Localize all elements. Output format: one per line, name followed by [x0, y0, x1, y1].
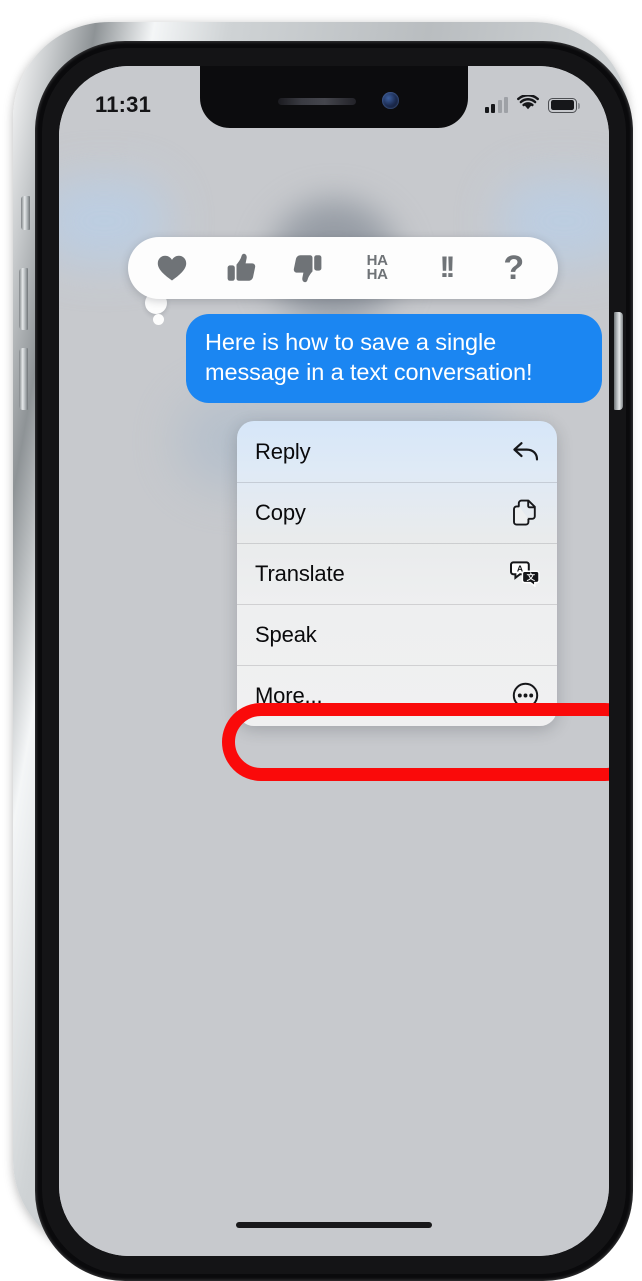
- battery-icon: [548, 97, 580, 113]
- context-menu-item-copy[interactable]: Copy: [237, 482, 557, 543]
- copy-documents-icon: [510, 498, 540, 528]
- heart-icon[interactable]: [146, 242, 198, 294]
- earpiece-speaker: [278, 98, 356, 105]
- volume-down-button[interactable]: [19, 348, 28, 410]
- mute-switch-button[interactable]: [21, 196, 30, 230]
- svg-text:文: 文: [527, 572, 536, 582]
- translate-bubbles-icon: A 文: [510, 559, 540, 589]
- status-bar-time: 11:31: [95, 92, 152, 117]
- haha-icon[interactable]: HA HA: [351, 242, 403, 294]
- front-camera-icon: [382, 92, 399, 109]
- phone-screen: 11:31 Here is how to save a single messa…: [59, 66, 609, 1256]
- message-bubble[interactable]: Here is how to save a single message in …: [186, 314, 602, 403]
- question-mark-label: ?: [503, 249, 525, 287]
- home-indicator[interactable]: [236, 1222, 432, 1228]
- context-menu-item-speak[interactable]: Speak: [237, 604, 557, 665]
- volume-up-button[interactable]: [19, 268, 28, 330]
- context-menu-label-translate: Translate: [255, 560, 345, 586]
- context-menu-label-copy: Copy: [255, 499, 306, 525]
- cellular-signal-icon: [484, 97, 508, 113]
- reply-arrow-icon: [510, 437, 540, 467]
- message-context-menu: Reply Copy Translate A 文 Speak More...: [237, 421, 557, 726]
- tapback-reaction-bar[interactable]: HA HA !! ?: [128, 237, 558, 299]
- wifi-icon: [517, 93, 539, 116]
- haha-line-2: HA: [366, 266, 388, 283]
- context-menu-item-translate[interactable]: Translate A 文: [237, 543, 557, 604]
- context-menu-item-reply[interactable]: Reply: [237, 421, 557, 482]
- context-menu-label-reply: Reply: [255, 438, 311, 464]
- context-menu-label-more: More...: [255, 682, 323, 708]
- speak-icon-placeholder: [510, 620, 540, 650]
- thumbs-up-icon[interactable]: [214, 242, 266, 294]
- tapback-tail-small: [153, 314, 164, 325]
- power-button[interactable]: [614, 312, 623, 410]
- context-menu-item-more[interactable]: More...: [237, 665, 557, 726]
- context-menu-label-speak: Speak: [255, 621, 317, 647]
- phone-frame: 11:31 Here is how to save a single messa…: [13, 22, 633, 1281]
- question-mark-icon[interactable]: ?: [488, 242, 540, 294]
- ellipsis-circle-icon: [510, 681, 540, 711]
- double-exclamation-label: !!: [439, 251, 455, 284]
- status-bar-icons: [484, 93, 580, 116]
- display-notch: [200, 66, 468, 128]
- battery-fill: [550, 100, 575, 110]
- double-exclamation-icon[interactable]: !!: [419, 242, 471, 294]
- thumbs-down-icon[interactable]: [283, 242, 335, 294]
